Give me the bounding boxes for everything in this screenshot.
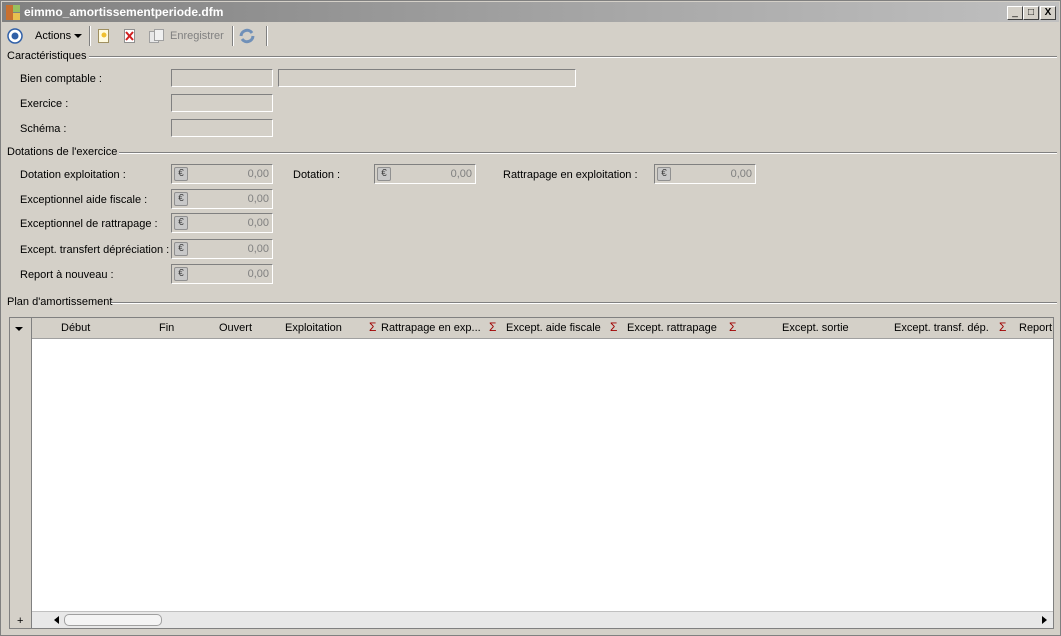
except-transfert-depreciation-value: 0,00 — [247, 243, 269, 255]
save-icon — [149, 29, 164, 43]
minimize-button[interactable]: _ — [1007, 6, 1023, 20]
report-a-nouveau-value: 0,00 — [247, 268, 269, 280]
new-button[interactable] — [97, 26, 111, 46]
exceptionnel-rattrapage-field[interactable]: € 0,00 — [171, 213, 273, 233]
toolbar-separator — [89, 26, 91, 46]
window-title: eimmo_amortissementperiode.dfm — [24, 5, 224, 19]
column-header-exploitation[interactable]: Exploitation — [285, 322, 342, 334]
dotation-exploitation-field[interactable]: € 0,00 — [171, 164, 273, 184]
exceptionnel-aide-fiscale-value: 0,00 — [247, 193, 269, 205]
column-header-rattrapage[interactable]: Rattrapage en exp... — [381, 322, 481, 334]
toolbar-separator — [232, 26, 234, 46]
bien-comptable-label: Bien comptable : — [20, 73, 102, 85]
column-header-ouvert[interactable]: Ouvert — [219, 322, 252, 334]
save-button[interactable]: Enregistrer — [149, 26, 224, 46]
report-a-nouveau-field[interactable]: € 0,00 — [171, 264, 273, 284]
rattrapage-exploitation-value: 0,00 — [730, 168, 752, 180]
euro-icon: € — [377, 167, 391, 181]
column-header-except-rattrapage[interactable]: Except. rattrapage — [627, 322, 717, 334]
euro-icon: € — [174, 216, 188, 230]
column-header-except-aide-fiscale[interactable]: Except. aide fiscale — [506, 322, 601, 334]
schema-label: Schéma : — [20, 123, 67, 135]
delete-button[interactable] — [123, 26, 137, 46]
section-divider — [119, 152, 1057, 154]
euro-icon: € — [174, 167, 188, 181]
chevron-down-icon — [74, 34, 83, 38]
save-label: Enregistrer — [170, 30, 224, 42]
dotation-exploitation-label: Dotation exploitation : — [20, 169, 126, 181]
refresh-button[interactable] — [238, 26, 256, 46]
plan-amortissement-grid[interactable]: Début Fin Ouvert Exploitation Σ Rattrapa… — [9, 317, 1054, 629]
section-caracteristiques-title: Caractéristiques — [7, 50, 87, 62]
sigma-icon: Σ — [369, 320, 377, 334]
app-icon — [6, 5, 20, 20]
euro-icon: € — [174, 192, 188, 206]
column-header-report[interactable]: Report — [1019, 322, 1052, 334]
rattrapage-exploitation-label: Rattrapage en exploitation : — [503, 169, 638, 181]
column-header-except-sortie[interactable]: Except. sortie — [782, 322, 849, 334]
exercice-input[interactable] — [171, 94, 273, 112]
toolbar: Actions Enregistrer — [2, 23, 1059, 49]
scroll-left-icon[interactable] — [52, 615, 62, 625]
new-document-icon — [98, 29, 109, 43]
dropdown-arrow-icon[interactable] — [15, 326, 24, 332]
column-header-fin[interactable]: Fin — [159, 322, 174, 334]
delete-icon — [124, 29, 135, 43]
actions-menu-button[interactable]: Actions — [35, 26, 83, 46]
dotation-value: 0,00 — [450, 168, 472, 180]
scroll-right-icon[interactable] — [1039, 615, 1049, 625]
euro-icon: € — [174, 242, 188, 256]
section-divider — [89, 56, 1057, 58]
section-plan-title: Plan d'amortissement — [7, 296, 113, 308]
main-window: eimmo_amortissementperiode.dfm _ □ X Act… — [0, 0, 1061, 636]
column-header-debut[interactable]: Début — [61, 322, 90, 334]
section-dotations-title: Dotations de l'exercice — [7, 146, 118, 158]
bien-comptable-code-input[interactable] — [171, 69, 273, 87]
radio-target-icon — [7, 28, 23, 44]
dotation-field[interactable]: € 0,00 — [374, 164, 476, 184]
bien-comptable-description-input[interactable] — [278, 69, 576, 87]
schema-input[interactable] — [171, 119, 273, 137]
refresh-icon — [239, 28, 255, 44]
exceptionnel-rattrapage-label: Exceptionnel de rattrapage : — [20, 218, 158, 230]
title-bar[interactable]: eimmo_amortissementperiode.dfm _ □ X — [2, 2, 1059, 22]
except-transfert-depreciation-label: Except. transfert dépréciation : — [20, 244, 170, 256]
close-button[interactable]: X — [1040, 6, 1056, 20]
rattrapage-exploitation-field[interactable]: € 0,00 — [654, 164, 756, 184]
add-row-button[interactable]: + — [17, 615, 23, 627]
report-a-nouveau-label: Report à nouveau : — [20, 269, 114, 281]
dotation-exploitation-value: 0,00 — [247, 168, 269, 180]
toolbar-separator — [266, 26, 268, 46]
euro-icon: € — [657, 167, 671, 181]
grid-header: Début Fin Ouvert Exploitation Σ Rattrapa… — [10, 318, 1053, 339]
scrollbar-thumb[interactable] — [64, 614, 162, 626]
actions-label: Actions — [35, 30, 72, 42]
sigma-icon: Σ — [489, 320, 497, 334]
exceptionnel-aide-fiscale-label: Exceptionnel aide fiscale : — [20, 194, 148, 206]
euro-icon: € — [174, 267, 188, 281]
sigma-icon: Σ — [999, 320, 1007, 334]
exercice-label: Exercice : — [20, 98, 69, 110]
sigma-icon: Σ — [729, 320, 737, 334]
maximize-button[interactable]: □ — [1023, 6, 1039, 20]
exceptionnel-rattrapage-value: 0,00 — [247, 217, 269, 229]
dotation-label: Dotation : — [293, 169, 341, 181]
exceptionnel-aide-fiscale-field[interactable]: € 0,00 — [171, 189, 273, 209]
except-transfert-depreciation-field[interactable]: € 0,00 — [171, 239, 273, 259]
row-indicator-column: + — [10, 318, 32, 628]
section-divider — [111, 302, 1057, 304]
column-header-except-transf-dep[interactable]: Except. transf. dép. — [894, 322, 989, 334]
sigma-icon: Σ — [610, 320, 618, 334]
horizontal-scrollbar[interactable] — [32, 611, 1053, 628]
navigator-button[interactable] — [7, 26, 23, 46]
